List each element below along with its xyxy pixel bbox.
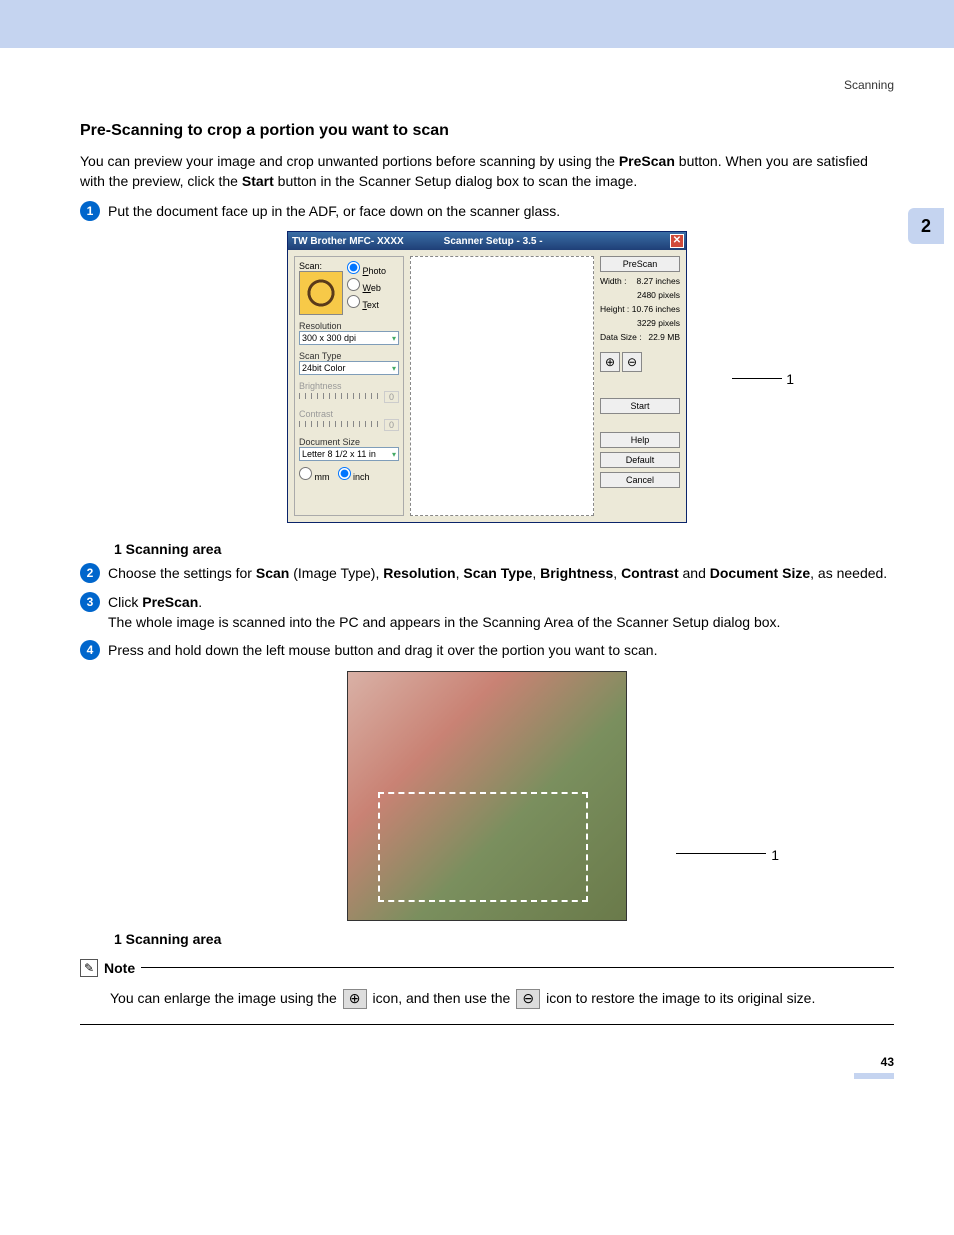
note-text: icon, and then use the (373, 990, 515, 1006)
chevron-down-icon: ▾ (392, 334, 396, 343)
step-badge-2: 2 (80, 563, 100, 583)
note-rule (141, 967, 894, 968)
close-icon[interactable]: ✕ (670, 234, 684, 248)
preview-thumbnail (299, 271, 343, 315)
cancel-button[interactable]: Cancel (600, 472, 680, 488)
docsize-select[interactable]: Letter 8 1/2 x 11 in▾ (299, 447, 399, 461)
contrast-slider[interactable] (299, 421, 380, 427)
intro-bold-start: Start (242, 173, 274, 189)
intro-text: You can preview your image and crop unwa… (80, 153, 619, 169)
zoom-out-icon[interactable]: ⊖ (622, 352, 642, 372)
step-badge-4: 4 (80, 640, 100, 660)
radio-photo[interactable]: PPhotohoto (347, 261, 386, 276)
step-badge-1: 1 (80, 201, 100, 221)
resolution-select[interactable]: 300 x 300 dpi▾ (299, 331, 399, 345)
docsize-label: Document Size (299, 437, 399, 447)
title-dialog: Scanner Setup - 3.5 - (444, 236, 543, 247)
chevron-down-icon: ▾ (392, 450, 396, 459)
header-label: Scanning (80, 78, 894, 92)
intro-text: button. (675, 153, 722, 169)
preview-area[interactable] (410, 256, 594, 516)
page-number: 43 (80, 1055, 894, 1069)
title-app: TW Brother MFC- XXXX (292, 236, 404, 247)
zoom-out-icon: ⊖ (516, 989, 540, 1009)
height-pixels: 3229 pixels (637, 318, 680, 328)
chevron-down-icon: ▾ (392, 364, 396, 373)
dialog-body: Scan: PPhotohoto Web Text Resolution 300… (288, 250, 686, 522)
brightness-value: 0 (384, 391, 399, 403)
start-button[interactable]: Start (600, 398, 680, 414)
step-4: 4 Press and hold down the left mouse but… (80, 640, 894, 660)
dialog-left-panel: Scan: PPhotohoto Web Text Resolution 300… (294, 256, 404, 516)
width-pixels: 2480 pixels (637, 290, 680, 300)
brightness-label: Brightness (299, 381, 399, 391)
crop-example-wrap: 1 (80, 671, 894, 921)
scanning-area-caption-2: 1 Scanning area (114, 931, 894, 947)
footer-accent (854, 1073, 894, 1079)
section-heading: Pre-Scanning to crop a portion you want … (80, 122, 894, 140)
step-1: 1 Put the document face up in the ADF, o… (80, 201, 894, 221)
step-3: 3 Click PreScan. The whole image is scan… (80, 592, 894, 633)
datasize-value: 22.9 MB (648, 332, 680, 342)
scantype-label: Scan Type (299, 351, 399, 361)
help-button[interactable]: Help (600, 432, 680, 448)
width-label: Width : (600, 276, 626, 286)
callout-label-2: 1 (771, 847, 779, 863)
brightness-slider[interactable] (299, 393, 380, 399)
sample-image (347, 671, 627, 921)
dialog-titlebar: TW Brother MFC- XXXX Scanner Setup - 3.5… (288, 232, 686, 250)
step-2: 2 Choose the settings for Scan (Image Ty… (80, 563, 894, 583)
callout-line (676, 853, 766, 854)
scanner-dialog-wrap: TW Brother MFC- XXXX Scanner Setup - 3.5… (80, 231, 894, 523)
note-text: You can enlarge the image using the (110, 990, 341, 1006)
top-bar (0, 0, 954, 48)
intro-text: button in the Scanner Setup dialog box t… (274, 173, 637, 189)
height-label: Height : (600, 304, 629, 314)
note-header: ✎ Note (80, 959, 894, 977)
step-3-text: Click PreScan. The whole image is scanne… (108, 592, 894, 633)
datasize-label: Data Size : (600, 332, 642, 342)
width-inches: 8.27 inches (637, 276, 680, 286)
side-tab-chapter: 2 (908, 208, 944, 244)
dialog-right-panel: PreScan Width : 8.27 inches 2480 pixels H… (600, 256, 680, 516)
scan-label: Scan: (299, 261, 347, 271)
note-icon: ✎ (80, 959, 98, 977)
note-body: You can enlarge the image using the ⊕ ic… (80, 981, 894, 1026)
default-button[interactable]: Default (600, 452, 680, 468)
step-4-text: Press and hold down the left mouse butto… (108, 640, 894, 660)
zoom-in-icon: ⊕ (343, 989, 367, 1009)
prescan-button[interactable]: PreScan (600, 256, 680, 272)
radio-text[interactable]: Text (347, 295, 386, 310)
unit-inch[interactable]: inch (338, 467, 370, 482)
intro-bold-prescan: PreScan (619, 153, 675, 169)
height-inches: 10.76 inches (632, 304, 680, 314)
contrast-label: Contrast (299, 409, 399, 419)
scantype-select[interactable]: 24bit Color▾ (299, 361, 399, 375)
note-text: icon to restore the image to its origina… (546, 990, 815, 1006)
zoom-in-icon[interactable]: ⊕ (600, 352, 620, 372)
step-2-text: Choose the settings for Scan (Image Type… (108, 563, 894, 583)
contrast-value: 0 (384, 419, 399, 431)
resolution-label: Resolution (299, 321, 399, 331)
scanner-setup-dialog: TW Brother MFC- XXXX Scanner Setup - 3.5… (287, 231, 687, 523)
callout-label-1: 1 (786, 371, 794, 387)
radio-web[interactable]: Web (347, 278, 386, 293)
page-content: Scanning 2 Pre-Scanning to crop a portio… (0, 48, 954, 1109)
crop-selection[interactable] (378, 792, 588, 902)
callout-line (732, 378, 782, 379)
step-badge-3: 3 (80, 592, 100, 612)
scanning-area-caption-1: 1 Scanning area (114, 541, 894, 557)
note-label: Note (104, 960, 135, 976)
unit-mm[interactable]: mm (299, 467, 330, 482)
step-1-text: Put the document face up in the ADF, or … (108, 201, 894, 221)
intro-paragraph: You can preview your image and crop unwa… (80, 152, 894, 191)
